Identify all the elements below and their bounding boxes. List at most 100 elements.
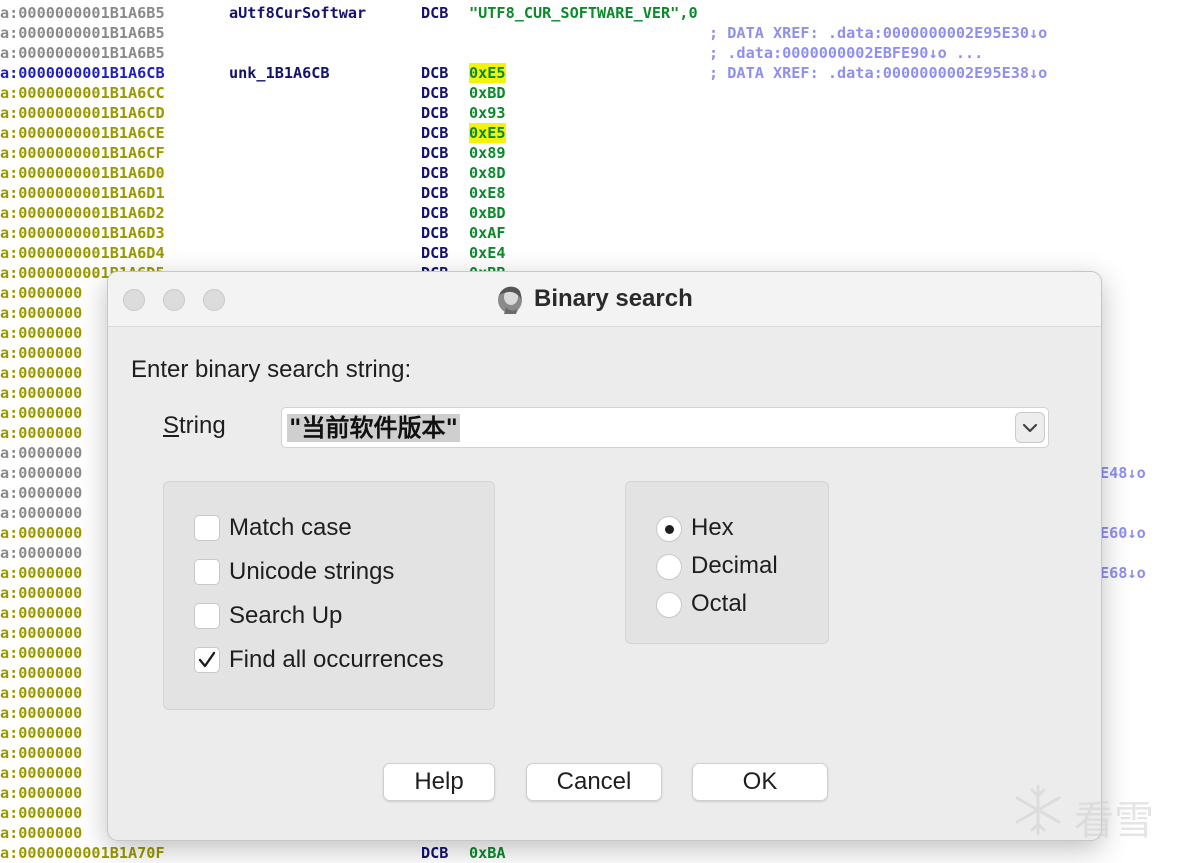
line-address: a:0000000001B1A70F xyxy=(0,844,165,862)
line-operand: 0xE4 xyxy=(469,244,506,262)
decimal-radio[interactable] xyxy=(656,554,682,580)
snowflake-icon xyxy=(1015,784,1061,836)
search-string-combobox[interactable]: "当前软件版本" xyxy=(281,407,1049,448)
line-label: aUtf8CurSoftwar xyxy=(229,4,367,22)
find-all-occurrences-checkbox[interactable] xyxy=(194,647,220,673)
hex-radio[interactable] xyxy=(656,516,682,542)
line-address: a:0000000 xyxy=(0,504,83,522)
disasm-line[interactable]: a:0000000001B1A6CC DCB 0xBD xyxy=(0,83,1182,103)
zoom-window-button[interactable] xyxy=(203,289,225,311)
line-xref-fragment: E60↓o xyxy=(1100,524,1146,542)
line-mnemonic: DCB xyxy=(421,184,449,202)
line-address: a:0000000 xyxy=(0,404,83,422)
disasm-line[interactable]: a:0000000001B1A6D3 DCB 0xAF xyxy=(0,223,1182,243)
find-all-occurrences-label[interactable]: Find all occurrences xyxy=(229,644,444,676)
line-operand: 0xE5 xyxy=(469,123,506,143)
disasm-line[interactable]: a:0000000001B1A6B5 aUtf8CurSoftwar DCB "UTF… xyxy=(0,3,1182,23)
line-operand: 0x93 xyxy=(469,104,506,122)
ok-button[interactable]: OK xyxy=(692,763,828,801)
line-address: a:0000000001B1A6B5 xyxy=(0,24,165,42)
combobox-dropdown-button[interactable] xyxy=(1015,412,1045,443)
line-operand: 0xE5 xyxy=(469,63,506,83)
line-address: a:0000000001B1A6D1 xyxy=(0,184,165,202)
line-operand: 0xBD xyxy=(469,204,506,222)
disasm-line[interactable]: a:0000000001B1A6CB unk_1B1A6CB DCB 0xE5 ; DA… xyxy=(0,63,1182,83)
line-address: a:0000000001B1A6B5 xyxy=(0,4,165,22)
line-mnemonic: DCB xyxy=(421,244,449,262)
line-comment: ; .data:0000000002EBFE90↓o ... xyxy=(709,44,984,62)
octal-label[interactable]: Octal xyxy=(691,588,747,620)
line-address: a:0000000 xyxy=(0,584,83,602)
match-case-checkbox[interactable] xyxy=(194,515,220,541)
line-mnemonic: DCB xyxy=(421,844,449,862)
disasm-line[interactable]: a:0000000001B1A6CF DCB 0x89 xyxy=(0,143,1182,163)
line-operand: 0xBD xyxy=(469,84,506,102)
minimize-window-button[interactable] xyxy=(163,289,185,311)
line-address: a:0000000 xyxy=(0,764,83,782)
string-label-text: tring xyxy=(179,412,226,439)
disasm-line[interactable]: a:0000000001B1A6D0 DCB 0x8D xyxy=(0,163,1182,183)
ida-app-icon xyxy=(498,286,522,314)
octal-radio[interactable] xyxy=(656,592,682,618)
line-address: a:0000000001B1A6D2 xyxy=(0,204,165,222)
hex-label[interactable]: Hex xyxy=(691,512,734,544)
line-mnemonic: DCB xyxy=(421,224,449,242)
line-operand: 0xAF xyxy=(469,224,506,242)
string-label: String xyxy=(163,412,226,440)
line-address: a:0000000001B1A6CC xyxy=(0,84,165,102)
line-operand: 0xE8 xyxy=(469,184,506,202)
line-address: a:0000000001B1A6CB xyxy=(0,64,165,82)
line-mnemonic: DCB xyxy=(421,104,449,122)
line-xref-fragment: E48↓o xyxy=(1100,464,1146,482)
disasm-line[interactable]: a:0000000001B1A6B5 ; .data:0000000002EBFE… xyxy=(0,43,1182,63)
watermark-text: 看雪 xyxy=(1074,798,1154,844)
radix-group: Hex Decimal Octal xyxy=(625,481,829,644)
line-address: a:0000000001B1A6D0 xyxy=(0,164,165,182)
cancel-button[interactable]: Cancel xyxy=(526,763,662,801)
search-string-value[interactable]: "当前软件版本" xyxy=(287,414,461,442)
prompt-label: Enter binary search string: xyxy=(131,356,412,383)
line-address: a:0000000 xyxy=(0,564,83,582)
line-address: a:0000000 xyxy=(0,384,83,402)
close-window-button[interactable] xyxy=(123,289,145,311)
options-group: Match case Unicode strings Search Up Fin… xyxy=(163,481,495,710)
line-address: a:0000000 xyxy=(0,464,83,482)
line-address: a:0000000 xyxy=(0,304,83,322)
line-address: a:0000000001B1A6CE xyxy=(0,124,165,142)
disasm-line[interactable]: a:0000000001B1A6CE DCB 0xE5 xyxy=(0,123,1182,143)
line-address: a:0000000 xyxy=(0,604,83,622)
string-label-mnemonic: S xyxy=(163,412,180,439)
radio-selected-dot xyxy=(665,525,674,534)
line-address: a:0000000 xyxy=(0,544,83,562)
search-up-label[interactable]: Search Up xyxy=(229,600,342,632)
match-case-label[interactable]: Match case xyxy=(229,512,352,544)
disasm-line[interactable]: a:0000000001B1A6D1 DCB 0xE8 xyxy=(0,183,1182,203)
disasm-line[interactable]: a:0000000001B1A6D2 DCB 0xBD xyxy=(0,203,1182,223)
line-address: a:0000000 xyxy=(0,364,83,382)
unicode-strings-label[interactable]: Unicode strings xyxy=(229,556,394,588)
line-operand: 0x8D xyxy=(469,164,506,182)
line-address: a:0000000 xyxy=(0,344,83,362)
line-operand: 0x89 xyxy=(469,144,506,162)
line-mnemonic: DCB xyxy=(421,144,449,162)
line-mnemonic: DCB xyxy=(421,164,449,182)
disasm-line[interactable]: a:0000000001B1A70F DCB 0xBA xyxy=(0,843,1182,863)
unicode-strings-checkbox[interactable] xyxy=(194,559,220,585)
line-address: a:0000000001B1A6B5 xyxy=(0,44,165,62)
help-button[interactable]: Help xyxy=(383,763,495,801)
line-address: a:0000000 xyxy=(0,444,83,462)
disasm-line[interactable]: a:0000000001B1A6CD DCB 0x93 xyxy=(0,103,1182,123)
line-mnemonic: DCB xyxy=(421,124,449,142)
checkmark-icon xyxy=(198,651,216,668)
line-xref-fragment: E68↓o xyxy=(1100,564,1146,582)
line-mnemonic: DCB xyxy=(421,204,449,222)
line-address: a:0000000001B1A6D3 xyxy=(0,224,165,242)
search-up-checkbox[interactable] xyxy=(194,603,220,629)
line-address: a:0000000001B1A6CD xyxy=(0,104,165,122)
disasm-line[interactable]: a:0000000001B1A6D4 DCB 0xE4 xyxy=(0,243,1182,263)
disasm-line[interactable]: a:0000000001B1A6B5 ; DATA XREF: .data:000… xyxy=(0,23,1182,43)
decimal-label[interactable]: Decimal xyxy=(691,550,778,582)
line-address: a:0000000 xyxy=(0,824,83,842)
dialog-title: Binary search xyxy=(534,285,693,312)
line-mnemonic: DCB xyxy=(421,64,449,82)
